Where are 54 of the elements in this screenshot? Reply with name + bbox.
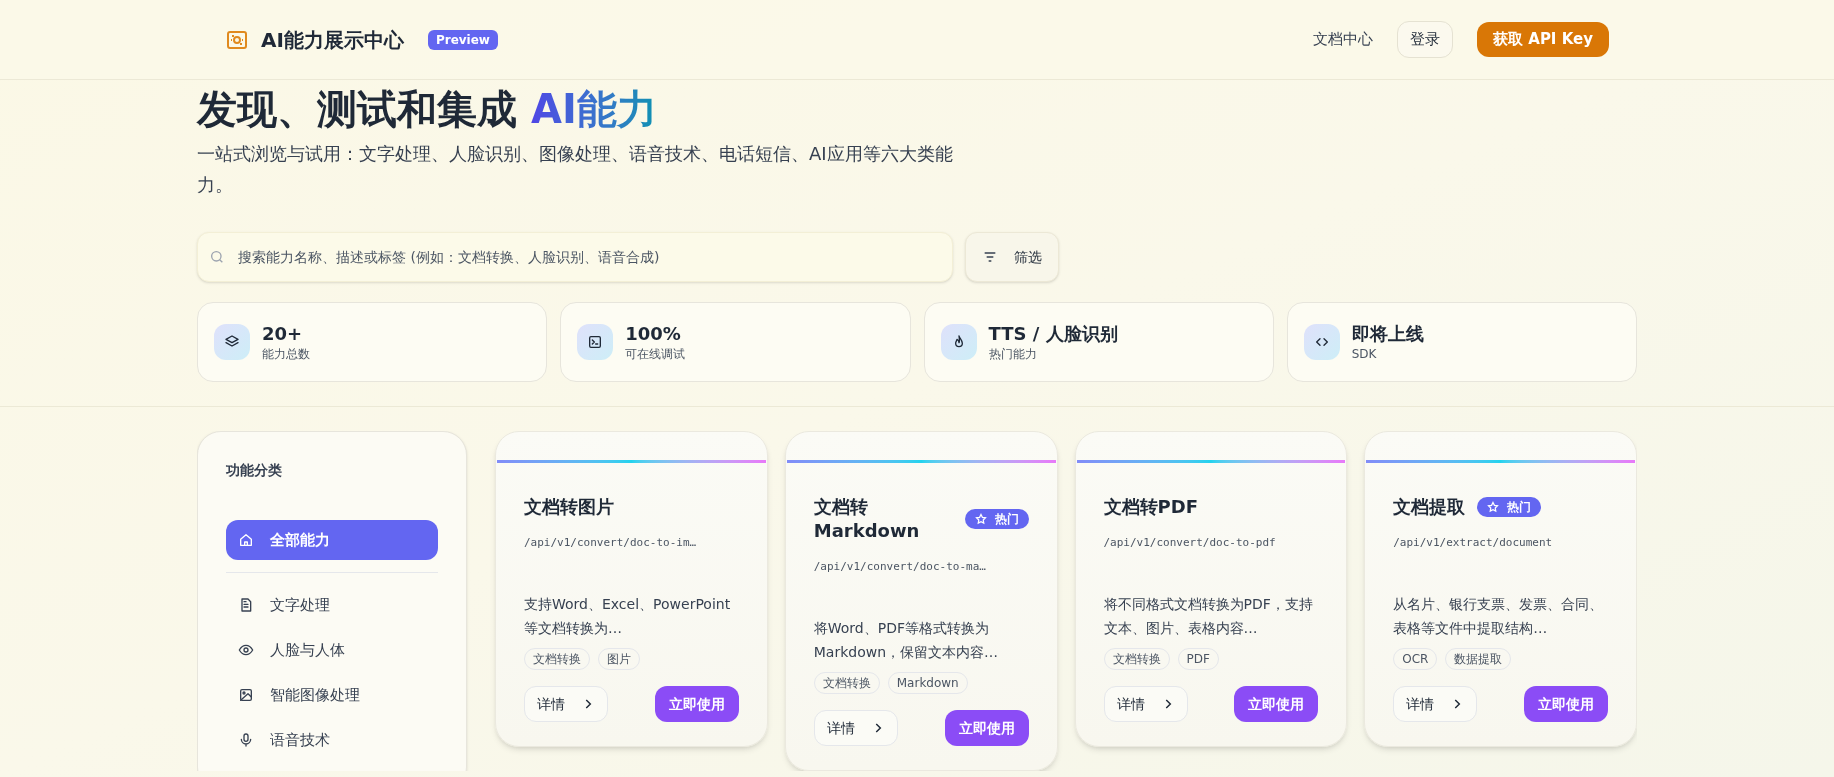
star-icon (974, 513, 987, 525)
sidebar-item[interactable]: 智能图像处理 (226, 675, 438, 715)
use-now-button[interactable]: 立即使用 (1234, 685, 1319, 722)
stat-value: 100% (625, 322, 682, 346)
microphone-icon (238, 732, 254, 748)
star-icon (1487, 501, 1500, 513)
search-icon (209, 249, 225, 265)
api-path: /api/v1/convert/doc-to-im… (524, 535, 698, 551)
card-description: 将不同格式文档转换为PDF，支持文本、图片、表格内容… (1103, 594, 1314, 638)
login-button[interactable]: 登录 (1397, 21, 1454, 58)
document-icon (238, 597, 254, 613)
filter-icon (982, 249, 998, 265)
stat-label: 热门能力 (988, 346, 1038, 362)
details-button[interactable]: 详情 (1103, 685, 1188, 722)
filter-button[interactable]: 筛选 (965, 232, 1059, 282)
stat-label: SDK (1351, 346, 1378, 362)
details-button[interactable]: 详情 (813, 709, 898, 746)
nav-link[interactable]: 文档中心 (1313, 28, 1374, 51)
eye-icon (238, 642, 254, 658)
stat-value: 即将上线 (1351, 322, 1424, 346)
card-description: 将Word、PDF等格式转换为Markdown，保留文本内容… (813, 618, 1000, 662)
use-now-button[interactable]: 立即使用 (654, 685, 739, 722)
stat-label: 可在线调试 (625, 346, 686, 362)
hero-title: 发现、测试和集成 (197, 86, 517, 132)
api-path: /api/v1/convert/doc-to-pdf (1103, 535, 1277, 551)
sidebar-title: 功能分类 (226, 461, 283, 480)
stat-value: 20+ (262, 322, 304, 346)
card-title: 文档转图片 (524, 495, 614, 519)
sidebar-item[interactable]: 语音技术 (226, 720, 438, 760)
stat-value: TTS / 人脸识别 (988, 322, 1118, 346)
details-button[interactable]: 详情 (1393, 685, 1478, 722)
hero-subtitle: 一站式浏览与试用：文字处理、人脸识别、图像处理、语音技术、电话短信、AI应用等六大类能力。 (197, 142, 954, 197)
sidebar-item[interactable]: 文字处理 (226, 585, 438, 625)
use-now-button[interactable]: 立即使用 (944, 709, 1029, 746)
search-field[interactable]: 搜索能力名称、描述或标签 (例如：文档转换、人脸识别、语音合成) (197, 232, 953, 282)
card-title: 文档提取 (1393, 495, 1466, 519)
api-path: /api/v1/convert/doc-to-ma… (813, 559, 987, 575)
sidebar-item[interactable]: 人脸与人体 (226, 630, 438, 670)
brand-name: AI能力展示中心 (261, 26, 404, 54)
card-description: 支持Word、Excel、PowerPoint等文档转换为… (524, 594, 732, 638)
hot-tag: 热门 (1477, 497, 1542, 517)
home-icon (238, 532, 254, 548)
hot-tag: 热门 (964, 509, 1029, 529)
stat-label: 能力总数 (262, 346, 310, 362)
image-icon (238, 687, 254, 703)
api-path: /api/v1/extract/document (1393, 535, 1554, 551)
use-now-button[interactable]: 立即使用 (1524, 685, 1608, 722)
card-description: 从名片、银行支票、发票、合同、表格等文件中提取结构… (1393, 594, 1605, 638)
preview-tag: Preview (427, 29, 498, 50)
terminal-icon (587, 334, 604, 350)
card-title: 文档转Markdown (813, 495, 921, 543)
sidebar-item[interactable]: 全部能力 (226, 520, 438, 560)
details-button[interactable]: 详情 (524, 685, 608, 722)
card-title: 文档转PDF (1103, 495, 1198, 519)
